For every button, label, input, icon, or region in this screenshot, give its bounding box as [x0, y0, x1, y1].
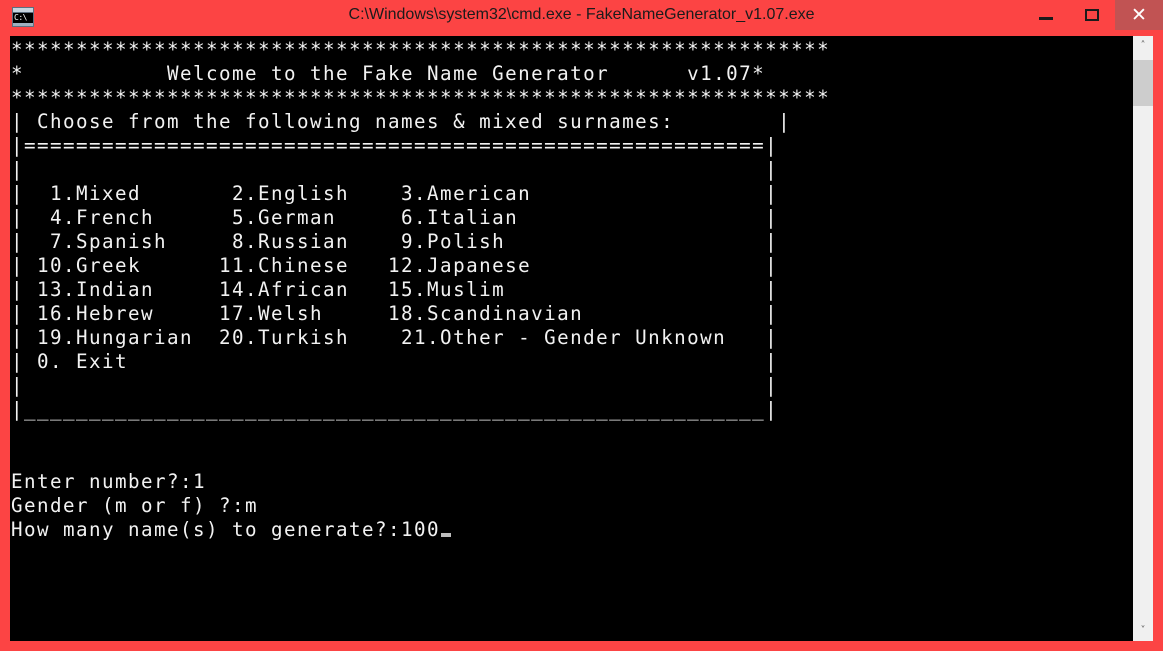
scrollbar-down-button[interactable]: ˅: [1133, 621, 1153, 641]
minimize-button[interactable]: [1023, 0, 1069, 30]
scrollbar-up-button[interactable]: ˄: [1133, 36, 1153, 56]
chevron-up-icon: ˄: [1140, 40, 1146, 51]
minimize-icon: [1039, 16, 1053, 20]
console-window: C:\ C:\Windows\system32\cmd.exe - FakeNa…: [0, 0, 1163, 651]
window-title-bar[interactable]: C:\ C:\Windows\system32\cmd.exe - FakeNa…: [0, 0, 1163, 34]
window-title-text: C:\Windows\system32\cmd.exe - FakeNameGe…: [348, 6, 815, 23]
console-output-text: ****************************************…: [11, 38, 830, 542]
console-scrollbar[interactable]: ˄ ˅: [1133, 36, 1153, 641]
maximize-button[interactable]: [1069, 0, 1115, 30]
text-cursor: [441, 533, 452, 537]
scrollbar-thumb[interactable]: [1133, 60, 1153, 106]
chevron-down-icon: ˅: [1140, 625, 1146, 636]
close-button[interactable]: ✕: [1115, 0, 1163, 30]
console-screen-body: ****************************************…: [11, 38, 831, 541]
maximize-icon: [1085, 9, 1099, 21]
console-client-area[interactable]: ****************************************…: [10, 36, 1133, 641]
close-icon: ✕: [1131, 4, 1147, 26]
scrollbar-track[interactable]: [1133, 56, 1153, 621]
